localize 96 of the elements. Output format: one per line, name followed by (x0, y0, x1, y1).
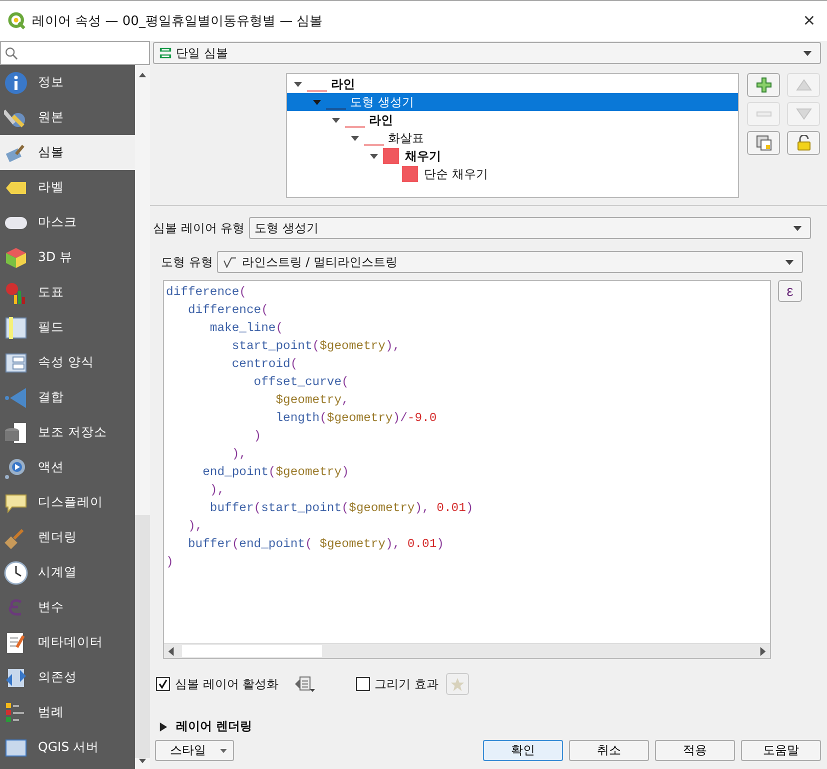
code-line: $geometry, (274, 392, 349, 409)
line-symbol-icon (307, 90, 327, 92)
sidebar-item[interactable]: 심볼 (0, 135, 135, 170)
dropdown-arrow-icon (785, 260, 794, 264)
symbol-layer-type-dropdown[interactable]: 도형 생성기 (248, 217, 811, 239)
sidebar-item[interactable]: 라벨 (0, 170, 135, 205)
down-arrow-icon (796, 108, 812, 120)
fill-symbol-icon (383, 148, 399, 164)
code-line: buffer(start_point($geometry), 0.01) (208, 500, 474, 517)
code-line: difference( (166, 284, 246, 301)
code-line: ), (230, 446, 246, 463)
linestring-icon (222, 256, 238, 268)
tree-item[interactable]: 단순 채우기 (287, 165, 738, 183)
add-layer-button[interactable] (747, 73, 780, 97)
plus-icon (756, 77, 772, 93)
tree-item[interactable]: 도형 생성기 (287, 93, 738, 111)
sidebar-item[interactable]: 의존성 (0, 660, 135, 695)
geometry-type-dropdown[interactable]: 라인스트링 / 멀티라인스트링 (216, 251, 803, 273)
sidebar-item[interactable]: 디스플레이 (0, 485, 135, 520)
minus-icon (756, 111, 772, 117)
search-field[interactable] (0, 41, 150, 65)
sidebar-item[interactable]: 변수 (0, 590, 135, 625)
join-icon (4, 386, 28, 410)
code-line: ) (252, 428, 262, 445)
dropdown-arrow-icon (803, 50, 812, 56)
dialog-button[interactable]: 확인 (483, 740, 563, 761)
sidebar-item[interactable]: 원본 (0, 100, 135, 135)
checkmark-icon (158, 679, 168, 689)
tree-item[interactable]: 라인 (287, 75, 738, 93)
info-icon (4, 70, 28, 94)
sidebar-item[interactable]: 3D 뷰 (0, 240, 135, 275)
tree-item[interactable]: 화살표 (287, 129, 738, 147)
line-symbol-icon (326, 108, 346, 110)
single-symbol-icon (159, 46, 172, 60)
code-line: centroid( (230, 356, 298, 373)
scroll-right-icon[interactable] (760, 646, 766, 656)
search-icon (5, 46, 18, 60)
checkbox[interactable]: 심볼 레이어 활성화 (156, 676, 279, 692)
layer-rendering-section[interactable]: 레이어 렌더링 (153, 718, 821, 735)
line-symbol-icon (364, 144, 384, 146)
clock-icon (4, 560, 28, 584)
up-arrow-icon (796, 79, 812, 91)
code-line: length($geometry)/-9.0 (274, 410, 437, 427)
code-line: end_point($geometry) (202, 464, 349, 481)
chart-icon (4, 280, 28, 304)
sidebar-item[interactable]: 보조 저장소 (0, 415, 135, 450)
cube-icon (4, 246, 28, 270)
horizontal-scrollbar[interactable] (164, 643, 770, 658)
caret-right-icon (159, 722, 168, 732)
code-line: ) (166, 554, 174, 571)
expression-button[interactable]: ε (778, 280, 802, 302)
tree-item[interactable]: 채우기 (287, 147, 738, 165)
dropdown-arrow-icon (220, 748, 227, 752)
code-line: start_point($geometry), (230, 338, 400, 355)
code-line: ), (208, 482, 225, 499)
field-label: 도형 유형 (161, 254, 213, 270)
sidebar-item[interactable]: 범례 (0, 695, 135, 730)
scrollbar[interactable] (135, 65, 150, 769)
dialog-button[interactable]: 취소 (569, 740, 649, 761)
scroll-left-icon[interactable] (168, 646, 174, 656)
style-button[interactable]: 스타일 (155, 740, 234, 761)
duplicate-layer-button[interactable] (747, 131, 780, 155)
fill-symbol-icon (402, 166, 418, 182)
sidebar-item[interactable]: 시계열 (0, 555, 135, 590)
duplicate-icon (756, 135, 772, 151)
window-title: 레이어 속성 — 00_평일휴일별이동유형별 — 심볼 (32, 13, 324, 30)
padlock-icon (796, 135, 812, 151)
unlock-button[interactable] (787, 131, 820, 155)
renderer-dropdown[interactable]: 단일 심볼 (153, 42, 821, 64)
sidebar-item[interactable]: 액션 (0, 450, 135, 485)
code-line: make_line( (208, 320, 284, 337)
code-line: offset_curve( (252, 374, 349, 391)
tree-item[interactable]: 라인 (287, 111, 738, 129)
sidebar-item[interactable]: 정보 (0, 65, 135, 100)
field-label: 심볼 레이어 유형 (153, 220, 245, 236)
sidebar-item[interactable]: 결합 (0, 380, 135, 415)
dialog-button[interactable]: 도움말 (741, 740, 821, 761)
close-button[interactable]: × (799, 10, 819, 32)
sidebar-item[interactable]: QGIS 서버 (0, 730, 135, 765)
sidebar-item[interactable]: 도표 (0, 275, 135, 310)
scroll-up-icon[interactable] (138, 71, 147, 78)
sidebar-item[interactable]: 메타데이터 (0, 625, 135, 660)
code-line: ), (186, 518, 203, 535)
dropdown-arrow-icon (793, 226, 802, 230)
data-defined-icon[interactable] (294, 675, 316, 693)
app-logo-icon (8, 12, 26, 30)
code-line: difference( (186, 302, 268, 319)
code-line: buffer(end_point( $geometry), 0.01) (186, 536, 444, 553)
checkbox[interactable]: 그리기 효과 (356, 676, 438, 692)
dialog-button[interactable]: 적용 (655, 740, 735, 761)
star-icon (450, 676, 466, 692)
sidebar-item[interactable]: 렌더링 (0, 520, 135, 555)
sidebar-item[interactable]: 속성 양식 (0, 345, 135, 380)
line-symbol-icon (345, 126, 365, 128)
sidebar-item[interactable]: 마스크 (0, 205, 135, 240)
sidebar-item[interactable]: 필드 (0, 310, 135, 345)
